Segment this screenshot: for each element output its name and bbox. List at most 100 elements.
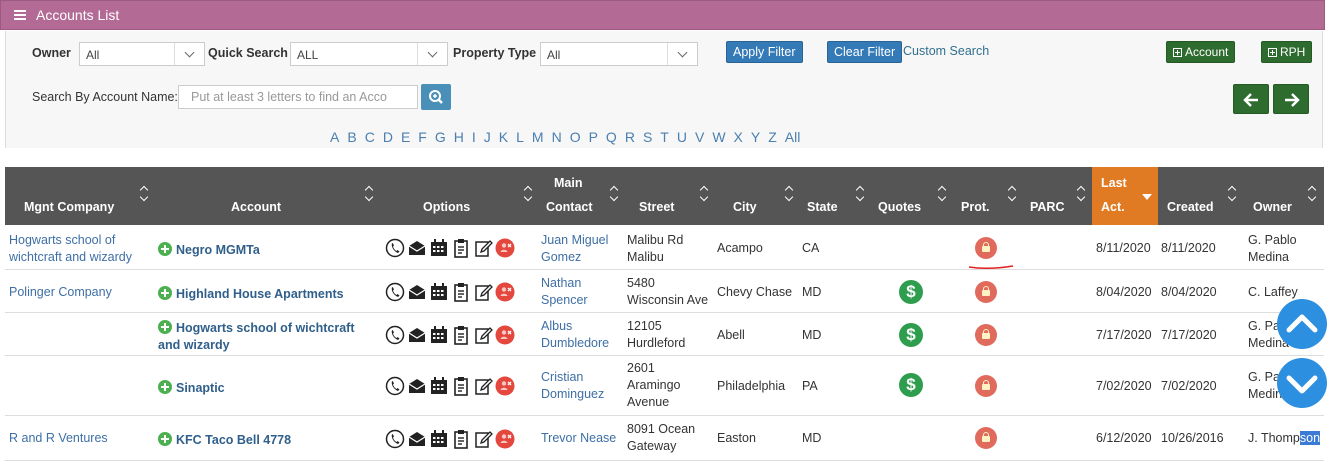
col-quotes[interactable]: Quotes bbox=[872, 167, 954, 225]
alpha-letter[interactable]: E bbox=[401, 129, 410, 145]
account-search-input[interactable]: Put at least 3 letters to find an Acco bbox=[178, 85, 418, 109]
apply-filter-button[interactable]: Apply Filter bbox=[726, 41, 803, 63]
account-link[interactable]: KFC Taco Bell 4778 bbox=[158, 430, 291, 449]
phone-icon[interactable] bbox=[385, 324, 405, 346]
main-contact-link[interactable]: Cristian Dominguez bbox=[541, 369, 604, 403]
account-link[interactable]: Negro MGMTa bbox=[158, 240, 260, 259]
alpha-letter[interactable]: R bbox=[625, 129, 635, 145]
scroll-up-button[interactable] bbox=[1277, 299, 1327, 349]
scroll-down-button[interactable] bbox=[1277, 358, 1327, 408]
lock-icon[interactable] bbox=[975, 281, 997, 303]
calendar-icon[interactable] bbox=[429, 324, 449, 346]
calendar-icon[interactable] bbox=[429, 428, 449, 450]
account-link[interactable]: Sinaptic bbox=[158, 378, 225, 397]
alpha-letter[interactable]: A bbox=[330, 129, 339, 145]
col-prot[interactable]: Prot. bbox=[954, 167, 1024, 225]
clipboard-icon[interactable] bbox=[451, 237, 471, 259]
col-created[interactable]: Created bbox=[1158, 167, 1242, 225]
phone-icon[interactable] bbox=[385, 281, 405, 303]
envelope-open-icon[interactable] bbox=[407, 324, 427, 346]
main-contact-link[interactable]: Juan Miguel Gomez bbox=[541, 232, 608, 266]
alpha-letter[interactable]: G bbox=[435, 129, 446, 145]
clipboard-icon[interactable] bbox=[451, 281, 471, 303]
table-row[interactable]: Sinaptic Cristian Dominguez 2601 Aramingo A… bbox=[5, 357, 1324, 416]
main-contact-link[interactable]: Albus Dumbledore bbox=[541, 318, 609, 352]
alpha-letter[interactable]: Y bbox=[751, 129, 760, 145]
lock-icon[interactable] bbox=[975, 237, 997, 259]
alpha-letter[interactable]: J bbox=[484, 129, 491, 145]
alpha-letter[interactable]: Z bbox=[768, 129, 777, 145]
add-rph-button[interactable]: RPH bbox=[1261, 41, 1313, 63]
mgnt-company-link[interactable]: Hogwarts school of wichtcraft and wizardy bbox=[9, 232, 132, 266]
col-options[interactable]: Options bbox=[380, 167, 538, 225]
alpha-letter[interactable]: B bbox=[347, 129, 356, 145]
remove-user-icon[interactable] bbox=[495, 237, 515, 259]
dollar-icon[interactable]: $ bbox=[899, 373, 923, 397]
phone-icon[interactable] bbox=[385, 375, 405, 397]
table-row[interactable]: Hogwarts school of wichtcraft and wizardy… bbox=[5, 314, 1324, 356]
clear-filter-button[interactable]: Clear Filter bbox=[827, 41, 903, 63]
dollar-icon[interactable]: $ bbox=[899, 280, 923, 304]
alpha-letter[interactable]: T bbox=[660, 129, 669, 145]
alpha-letter[interactable]: I bbox=[472, 129, 476, 145]
remove-user-icon[interactable] bbox=[495, 281, 515, 303]
lock-icon[interactable] bbox=[975, 427, 997, 449]
calendar-icon[interactable] bbox=[429, 375, 449, 397]
next-page-button[interactable] bbox=[1273, 84, 1309, 114]
remove-user-icon[interactable] bbox=[495, 375, 515, 397]
alpha-letter[interactable]: H bbox=[454, 129, 464, 145]
alpha-letter[interactable]: U bbox=[677, 129, 687, 145]
col-last-act[interactable]: Last Act. bbox=[1092, 167, 1158, 225]
alpha-letter[interactable]: D bbox=[383, 129, 393, 145]
property-type-select[interactable]: All bbox=[540, 42, 698, 66]
col-state[interactable]: State bbox=[800, 167, 872, 225]
alpha-letter[interactable]: O bbox=[570, 129, 581, 145]
remove-user-icon[interactable] bbox=[495, 428, 515, 450]
edit-icon[interactable] bbox=[473, 281, 493, 303]
edit-icon[interactable] bbox=[473, 324, 493, 346]
envelope-open-icon[interactable] bbox=[407, 281, 427, 303]
search-button[interactable] bbox=[421, 84, 451, 110]
dollar-icon[interactable]: $ bbox=[899, 323, 923, 347]
envelope-open-icon[interactable] bbox=[407, 375, 427, 397]
lock-icon[interactable] bbox=[975, 324, 997, 346]
alpha-letter[interactable]: C bbox=[365, 129, 375, 145]
col-account[interactable]: Account bbox=[155, 167, 380, 225]
phone-icon[interactable] bbox=[385, 428, 405, 450]
alpha-letter[interactable]: W bbox=[712, 129, 725, 145]
add-account-button[interactable]: Account bbox=[1166, 41, 1236, 63]
col-parc[interactable]: PARC bbox=[1024, 167, 1092, 225]
col-street[interactable]: Street bbox=[630, 167, 715, 225]
edit-icon[interactable] bbox=[473, 428, 493, 450]
lock-icon[interactable] bbox=[975, 375, 997, 397]
table-row[interactable]: R and R Ventures KFC Taco Bell 4778 Trev… bbox=[5, 417, 1324, 461]
clipboard-icon[interactable] bbox=[451, 375, 471, 397]
quick-search-select[interactable]: ALL bbox=[290, 42, 448, 66]
owner-select[interactable]: All bbox=[79, 42, 205, 66]
table-row[interactable]: Hogwarts school of wichtcraft and wizardy… bbox=[5, 226, 1324, 270]
alpha-letter[interactable]: K bbox=[499, 129, 508, 145]
main-contact-link[interactable]: Nathan Spencer bbox=[541, 275, 588, 309]
col-mgnt-company[interactable]: Mgnt Company bbox=[5, 167, 155, 225]
account-link[interactable]: Hogwarts school of wichtcraft and wizardy bbox=[158, 318, 355, 354]
alpha-letter[interactable]: Q bbox=[606, 129, 617, 145]
phone-icon[interactable] bbox=[385, 237, 405, 259]
alpha-letter[interactable]: F bbox=[418, 129, 427, 145]
alpha-letter[interactable]: M bbox=[532, 129, 544, 145]
alpha-letter[interactable]: S bbox=[643, 129, 652, 145]
col-main-contact[interactable]: Main Contact bbox=[538, 167, 630, 225]
prev-page-button[interactable] bbox=[1233, 84, 1269, 114]
edit-icon[interactable] bbox=[473, 237, 493, 259]
calendar-icon[interactable] bbox=[429, 237, 449, 259]
alpha-letter[interactable]: P bbox=[589, 129, 598, 145]
alpha-all[interactable]: All bbox=[785, 129, 801, 145]
clipboard-icon[interactable] bbox=[451, 428, 471, 450]
envelope-open-icon[interactable] bbox=[407, 428, 427, 450]
edit-icon[interactable] bbox=[473, 375, 493, 397]
table-row[interactable]: Polinger Company Highland House Apartmen… bbox=[5, 271, 1324, 313]
col-city[interactable]: City bbox=[715, 167, 800, 225]
alpha-letter[interactable]: V bbox=[695, 129, 704, 145]
envelope-open-icon[interactable] bbox=[407, 237, 427, 259]
mgnt-company-link[interactable]: R and R Ventures bbox=[9, 430, 108, 447]
alpha-letter[interactable]: L bbox=[516, 129, 524, 145]
